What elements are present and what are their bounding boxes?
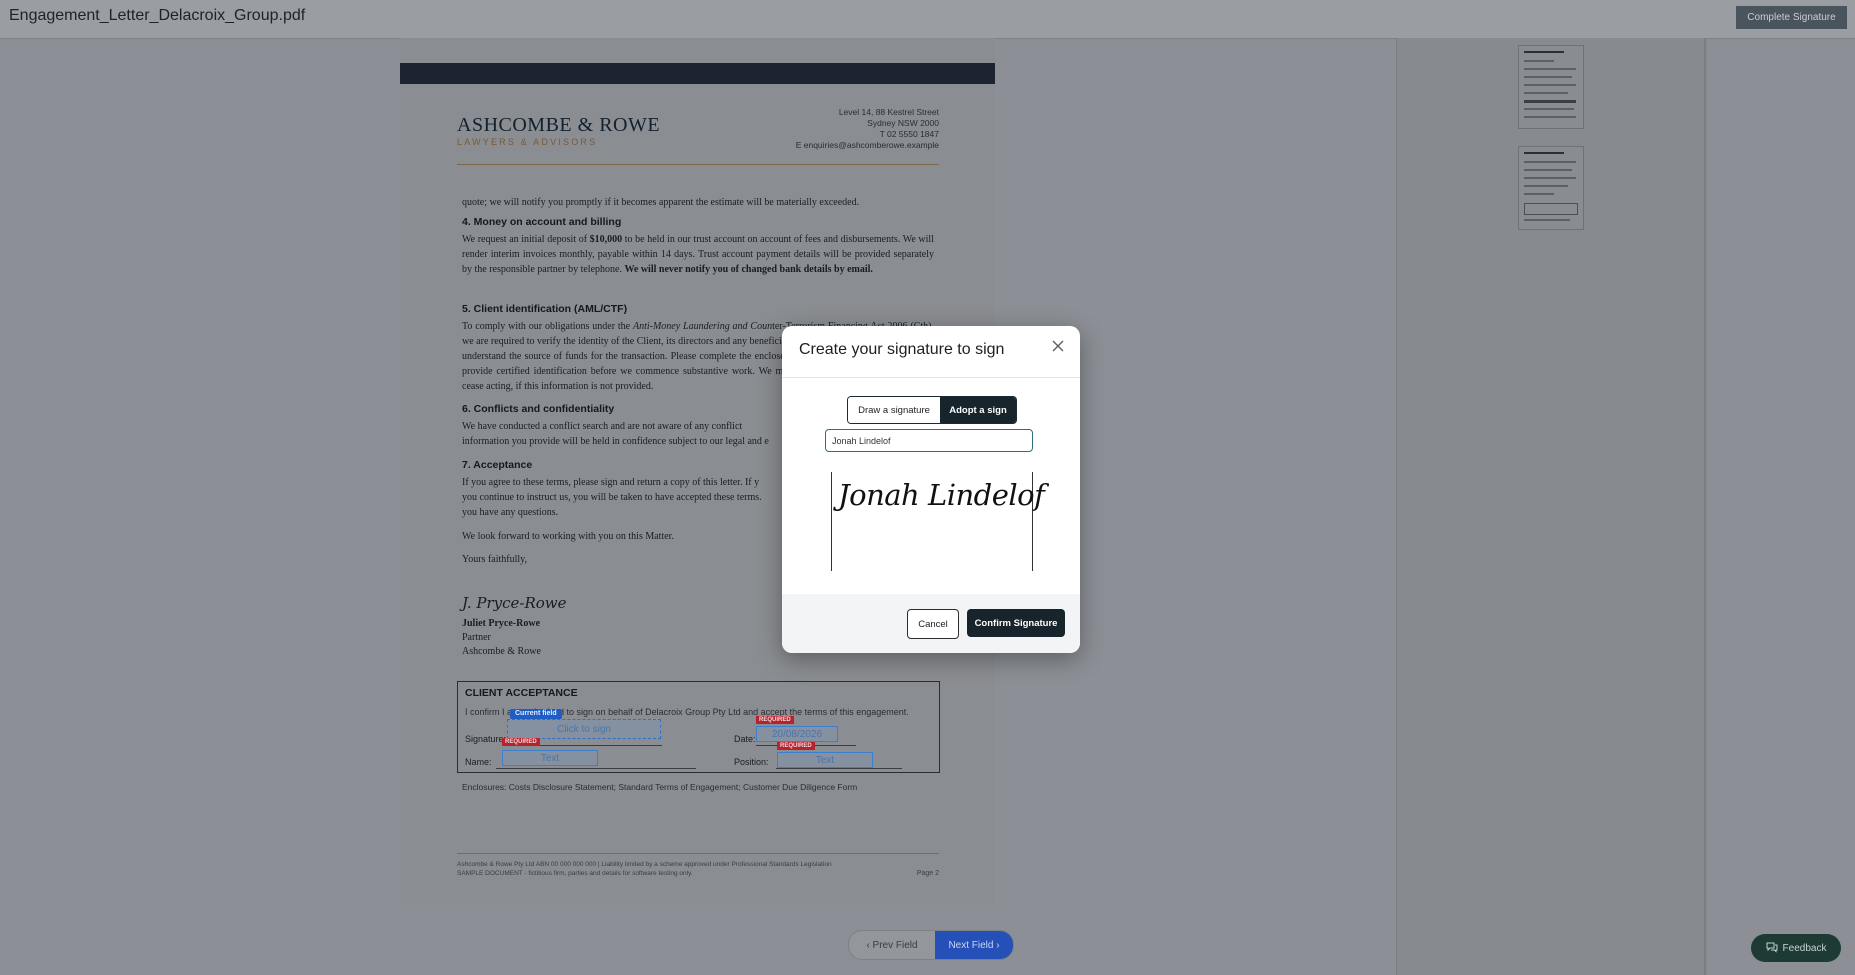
document-filename: Engagement_Letter_Delacroix_Group.pdf [9,7,306,24]
name-field[interactable]: Text [502,750,598,766]
date-field[interactable]: 20/08/2026 [756,726,838,742]
signature-preview-box: Jonah Lindelof [831,472,1045,571]
complete-signature-button[interactable]: Complete Signature [1736,6,1847,29]
tab-draw-signature[interactable]: Draw a signature [848,397,940,423]
enclosures-line: Enclosures: Costs Disclosure Statement; … [462,782,858,792]
intro-paragraph: quote; we will notify you promptly if it… [462,197,860,208]
chat-bubble-icon [1766,941,1778,956]
position-line [776,768,902,769]
thumbnail-panel [1396,38,1707,975]
sender-signature: J. Pryce-Rowe [462,594,567,612]
signature-mode-tabs: Draw a signature Adopt a sign [847,396,1017,424]
section-6-heading: 6. Conflicts and confidentiality [462,403,615,415]
page-footer: Ashcombe & Rowe Pty Ltd ABN 00 000 000 0… [457,861,832,877]
sender-block: Juliet Pryce-Rowe Partner Ashcombe & Row… [462,618,541,657]
address-line: Level 14, 88 Kestrel Street [838,107,939,117]
section-4-paragraph: We request an initial deposit of $10,000… [462,234,934,275]
footer-rule [457,853,939,854]
address-line: T 02 5550 1847 [879,129,939,139]
position-label: Position: [734,757,769,767]
modal-divider [782,377,1080,378]
field-navigation: ‹ Prev Field Next Field › [848,930,1014,960]
date-label: Date: [734,734,756,744]
top-bar: Engagement_Letter_Delacroix_Group.pdf Co… [0,0,1855,39]
address-line: E enquiries@ashcomberowe.example [795,140,939,150]
section-7-heading: 7. Acceptance [462,459,533,471]
firm-subtitle: LAWYERS & ADVISORS [457,137,598,147]
section-5-heading: 5. Client identification (AML/CTF) [462,303,628,315]
client-acceptance-box: CLIENT ACCEPTANCE I confirm I am authori… [457,681,940,773]
signature-field[interactable]: Click to sign [507,719,661,739]
signature-modal: Create your signature to sign Draw a sig… [782,326,1080,653]
firm-address: Level 14, 88 Kestrel Street Sydney NSW 2… [796,107,939,151]
signature-preview: Jonah Lindelof [838,478,1045,512]
tab-adopt-sign[interactable]: Adopt a sign [940,397,1016,423]
address-line: Sydney NSW 2000 [867,118,939,128]
name-line [496,768,696,769]
page-thumbnail-2[interactable] [1518,146,1584,230]
name-label: Name: [465,757,492,767]
panel-divider [1704,38,1706,975]
position-field[interactable]: Text [777,752,873,768]
required-badge: REQUIRED [777,742,815,750]
prev-field-button[interactable]: ‹ Prev Field [849,931,935,959]
page-number: Page 2 [916,870,939,877]
firm-name: ASHCOMBE & ROWE [457,114,661,136]
modal-title: Create your signature to sign [799,341,1005,358]
required-badge: REQUIRED [502,738,540,746]
chevron-right-icon: › [993,939,1000,951]
modal-footer: Cancel Confirm Signature [782,594,1080,653]
page-thumbnail-1[interactable] [1518,45,1584,129]
confirm-signature-button[interactable]: Confirm Signature [967,609,1065,637]
acceptance-title: CLIENT ACCEPTANCE [465,687,578,699]
letterhead-rule [457,164,939,165]
required-badge: REQUIRED [756,716,794,724]
signature-name-input[interactable] [825,429,1033,452]
feedback-button[interactable]: Feedback [1751,934,1841,962]
next-field-button[interactable]: Next Field › [935,931,1013,959]
close-icon[interactable] [1050,340,1066,356]
letterhead-band [400,63,995,84]
cancel-button[interactable]: Cancel [907,609,959,639]
section-4-heading: 4. Money on account and billing [462,216,622,228]
signature-label: Signature: [465,734,507,744]
current-field-badge: Current field [510,709,562,719]
